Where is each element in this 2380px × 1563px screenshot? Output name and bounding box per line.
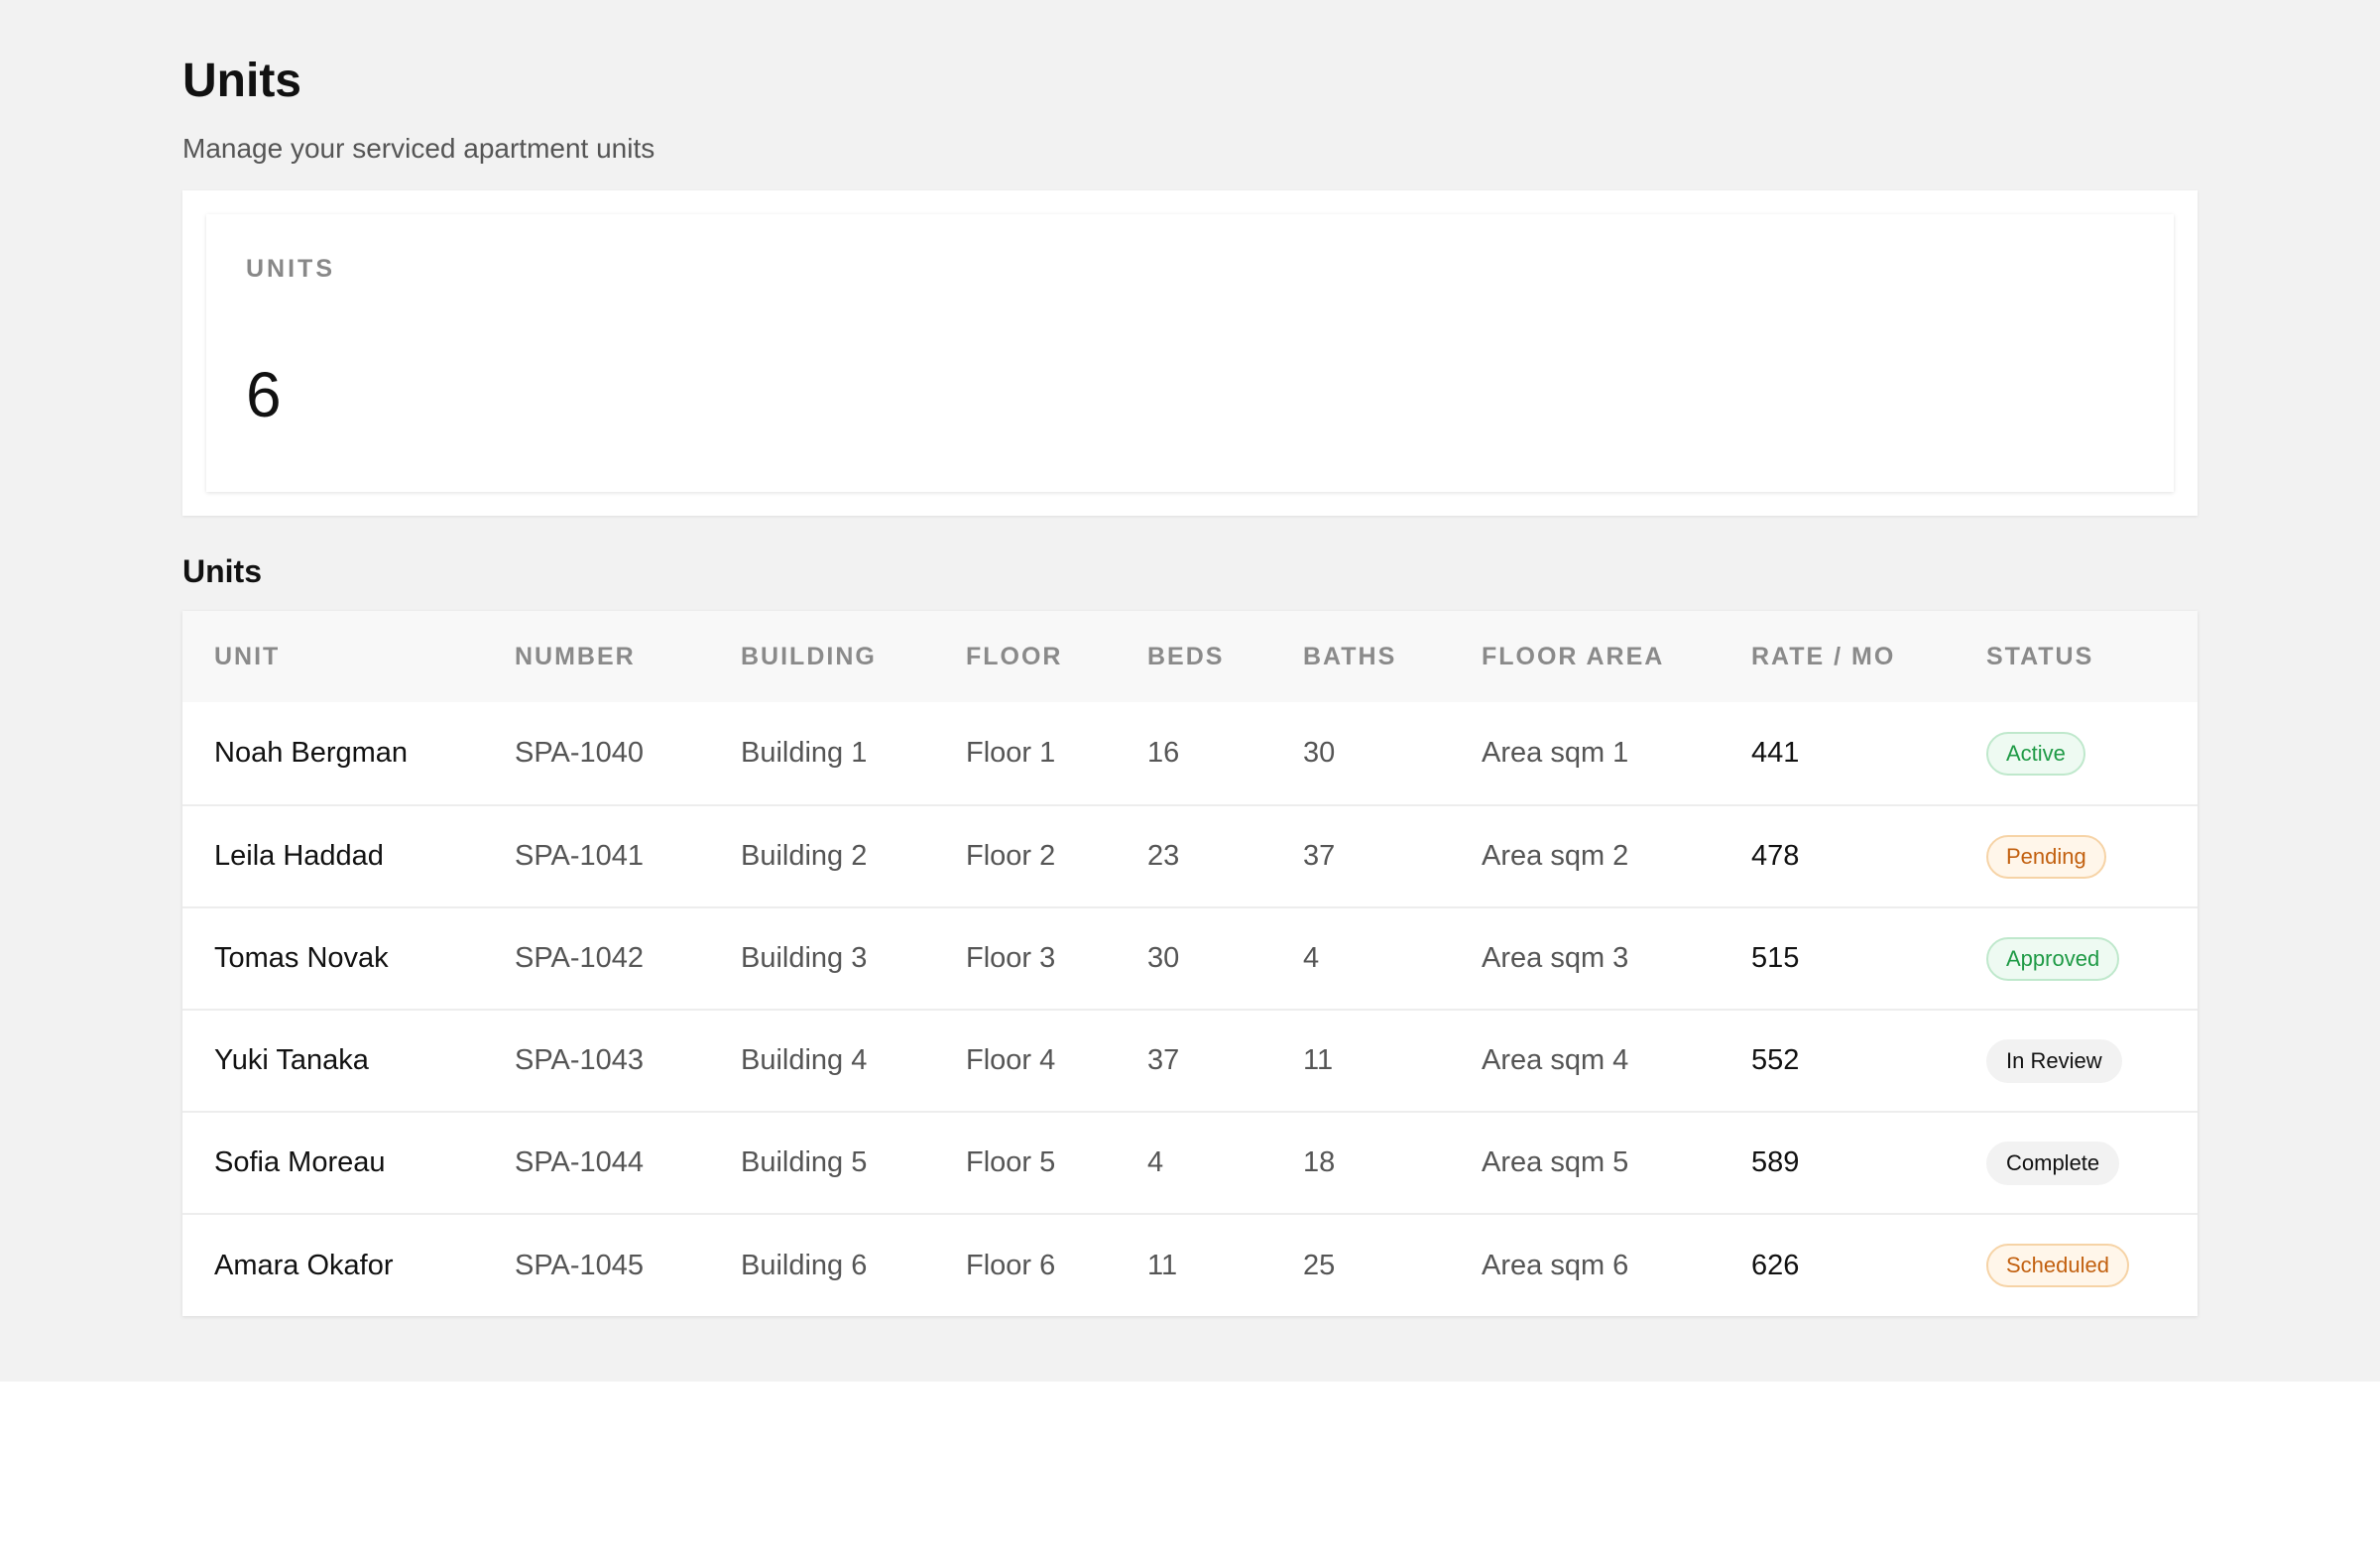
cell-beds: 37 xyxy=(1147,1044,1180,1076)
table-row[interactable]: Noah Bergman SPA-1040 Building 1 Floor 1 16 3… xyxy=(182,702,2198,805)
table-row[interactable]: Leila Haddad SPA-1041 Building 2 Floor 2 23 3… xyxy=(182,805,2198,907)
page-container: Units Manage your serviced apartment uni… xyxy=(0,0,2380,1382)
stat-card-units: UNITS 6 xyxy=(206,214,2174,492)
cell-unit: Leila Haddad xyxy=(214,840,384,872)
cell-number: SPA-1041 xyxy=(515,840,645,872)
cell-status: Complete xyxy=(1955,1112,2198,1214)
column-header-beds[interactable]: BEDS xyxy=(1116,611,1271,702)
units-table: UNIT NUMBER BUILDING FLOOR BEDS BATHS FL… xyxy=(182,611,2198,1316)
stat-value: 6 xyxy=(246,359,282,430)
status-badge: Approved xyxy=(1986,936,2120,981)
status-badge: Scheduled xyxy=(1986,1244,2129,1287)
page-subtitle: Manage your serviced apartment units xyxy=(182,133,655,164)
cell-status: In Review xyxy=(1955,1010,2198,1112)
column-header-baths[interactable]: BATHS xyxy=(1271,611,1450,702)
cell-beds: 30 xyxy=(1147,942,1180,974)
status-badge: Pending xyxy=(1986,834,2106,879)
cell-floor: Floor 4 xyxy=(966,1044,1056,1076)
cell-number: SPA-1044 xyxy=(515,1146,645,1178)
cell-baths: 4 xyxy=(1303,942,1320,974)
cell-baths: 11 xyxy=(1303,1044,1334,1076)
cell-rate: 626 xyxy=(1751,1249,1800,1281)
column-header-unit[interactable]: UNIT xyxy=(182,611,483,702)
cell-building: Building 1 xyxy=(741,737,868,769)
cell-rate: 441 xyxy=(1751,737,1800,769)
column-header-floor-area[interactable]: FLOOR AREA xyxy=(1450,611,1720,702)
cell-baths: 30 xyxy=(1303,737,1336,769)
cell-floor-area: Area sqm 5 xyxy=(1482,1146,1629,1178)
column-header-number[interactable]: NUMBER xyxy=(483,611,709,702)
column-header-floor[interactable]: FLOOR xyxy=(934,611,1116,702)
cell-unit: Tomas Novak xyxy=(214,942,389,974)
cell-unit: Noah Bergman xyxy=(214,737,409,769)
cell-unit: Amara Okafor xyxy=(214,1249,394,1281)
status-badge: In Review xyxy=(1986,1038,2122,1083)
cell-rate: 478 xyxy=(1751,840,1800,872)
cell-floor-area: Area sqm 2 xyxy=(1482,840,1629,872)
cell-floor-area: Area sqm 3 xyxy=(1482,942,1629,974)
cell-status: Approved xyxy=(1955,907,2198,1010)
cell-building: Building 6 xyxy=(741,1249,868,1281)
cell-baths: 37 xyxy=(1303,840,1336,872)
cell-baths: 25 xyxy=(1303,1249,1336,1281)
cell-beds: 4 xyxy=(1147,1146,1164,1178)
cell-building: Building 5 xyxy=(741,1146,868,1178)
cell-building: Building 2 xyxy=(741,840,868,872)
cell-beds: 23 xyxy=(1147,840,1180,872)
page-title: Units xyxy=(182,55,301,107)
cell-floor: Floor 6 xyxy=(966,1249,1056,1281)
cell-status: Active xyxy=(1955,702,2198,805)
table-row[interactable]: Tomas Novak SPA-1042 Building 3 Floor 3 30 4 A… xyxy=(182,907,2198,1010)
table-row[interactable]: Sofia Moreau SPA-1044 Building 5 Floor 5 4 18… xyxy=(182,1112,2198,1214)
cell-floor: Floor 1 xyxy=(966,737,1056,769)
cell-floor: Floor 5 xyxy=(966,1146,1056,1178)
units-section-title: Units xyxy=(182,553,262,589)
cell-number: SPA-1040 xyxy=(515,737,645,769)
cell-status: Pending xyxy=(1955,805,2198,907)
cell-unit: Yuki Tanaka xyxy=(214,1044,369,1076)
status-badge: Active xyxy=(1986,731,2085,776)
column-header-rate[interactable]: RATE / MO xyxy=(1720,611,1955,702)
units-table-container: UNIT NUMBER BUILDING FLOOR BEDS BATHS FL… xyxy=(182,611,2198,1316)
cell-floor-area: Area sqm 4 xyxy=(1482,1044,1629,1076)
cell-rate: 552 xyxy=(1751,1044,1800,1076)
column-header-building[interactable]: BUILDING xyxy=(709,611,934,702)
cell-number: SPA-1043 xyxy=(515,1044,645,1076)
cell-floor-area: Area sqm 6 xyxy=(1482,1249,1629,1281)
table-header-row: UNIT NUMBER BUILDING FLOOR BEDS BATHS FL… xyxy=(182,611,2198,702)
cell-number: SPA-1042 xyxy=(515,942,645,974)
cell-number: SPA-1045 xyxy=(515,1249,645,1281)
table-row[interactable]: Yuki Tanaka SPA-1043 Building 4 Floor 4 37 11… xyxy=(182,1010,2198,1112)
table-row[interactable]: Amara Okafor SPA-1045 Building 6 Floor 6 11 2… xyxy=(182,1214,2198,1316)
table-body: Noah Bergman SPA-1040 Building 1 Floor 1 16 3… xyxy=(182,702,2198,1316)
cell-unit: Sofia Moreau xyxy=(214,1146,386,1178)
cell-floor: Floor 3 xyxy=(966,942,1056,974)
column-header-status[interactable]: STATUS xyxy=(1955,611,2198,702)
status-badge: Complete xyxy=(1986,1141,2120,1185)
cell-rate: 515 xyxy=(1751,942,1800,974)
cell-floor-area: Area sqm 1 xyxy=(1482,737,1629,769)
cell-building: Building 3 xyxy=(741,942,868,974)
cell-baths: 18 xyxy=(1303,1146,1336,1178)
cell-beds: 11 xyxy=(1147,1249,1178,1281)
stat-label: UNITS xyxy=(246,255,335,283)
cell-status: Scheduled xyxy=(1955,1214,2198,1316)
stats-panel: UNITS 6 xyxy=(182,190,2198,516)
cell-beds: 16 xyxy=(1147,737,1180,769)
cell-floor: Floor 2 xyxy=(966,840,1056,872)
cell-rate: 589 xyxy=(1751,1146,1800,1178)
cell-building: Building 4 xyxy=(741,1044,868,1076)
